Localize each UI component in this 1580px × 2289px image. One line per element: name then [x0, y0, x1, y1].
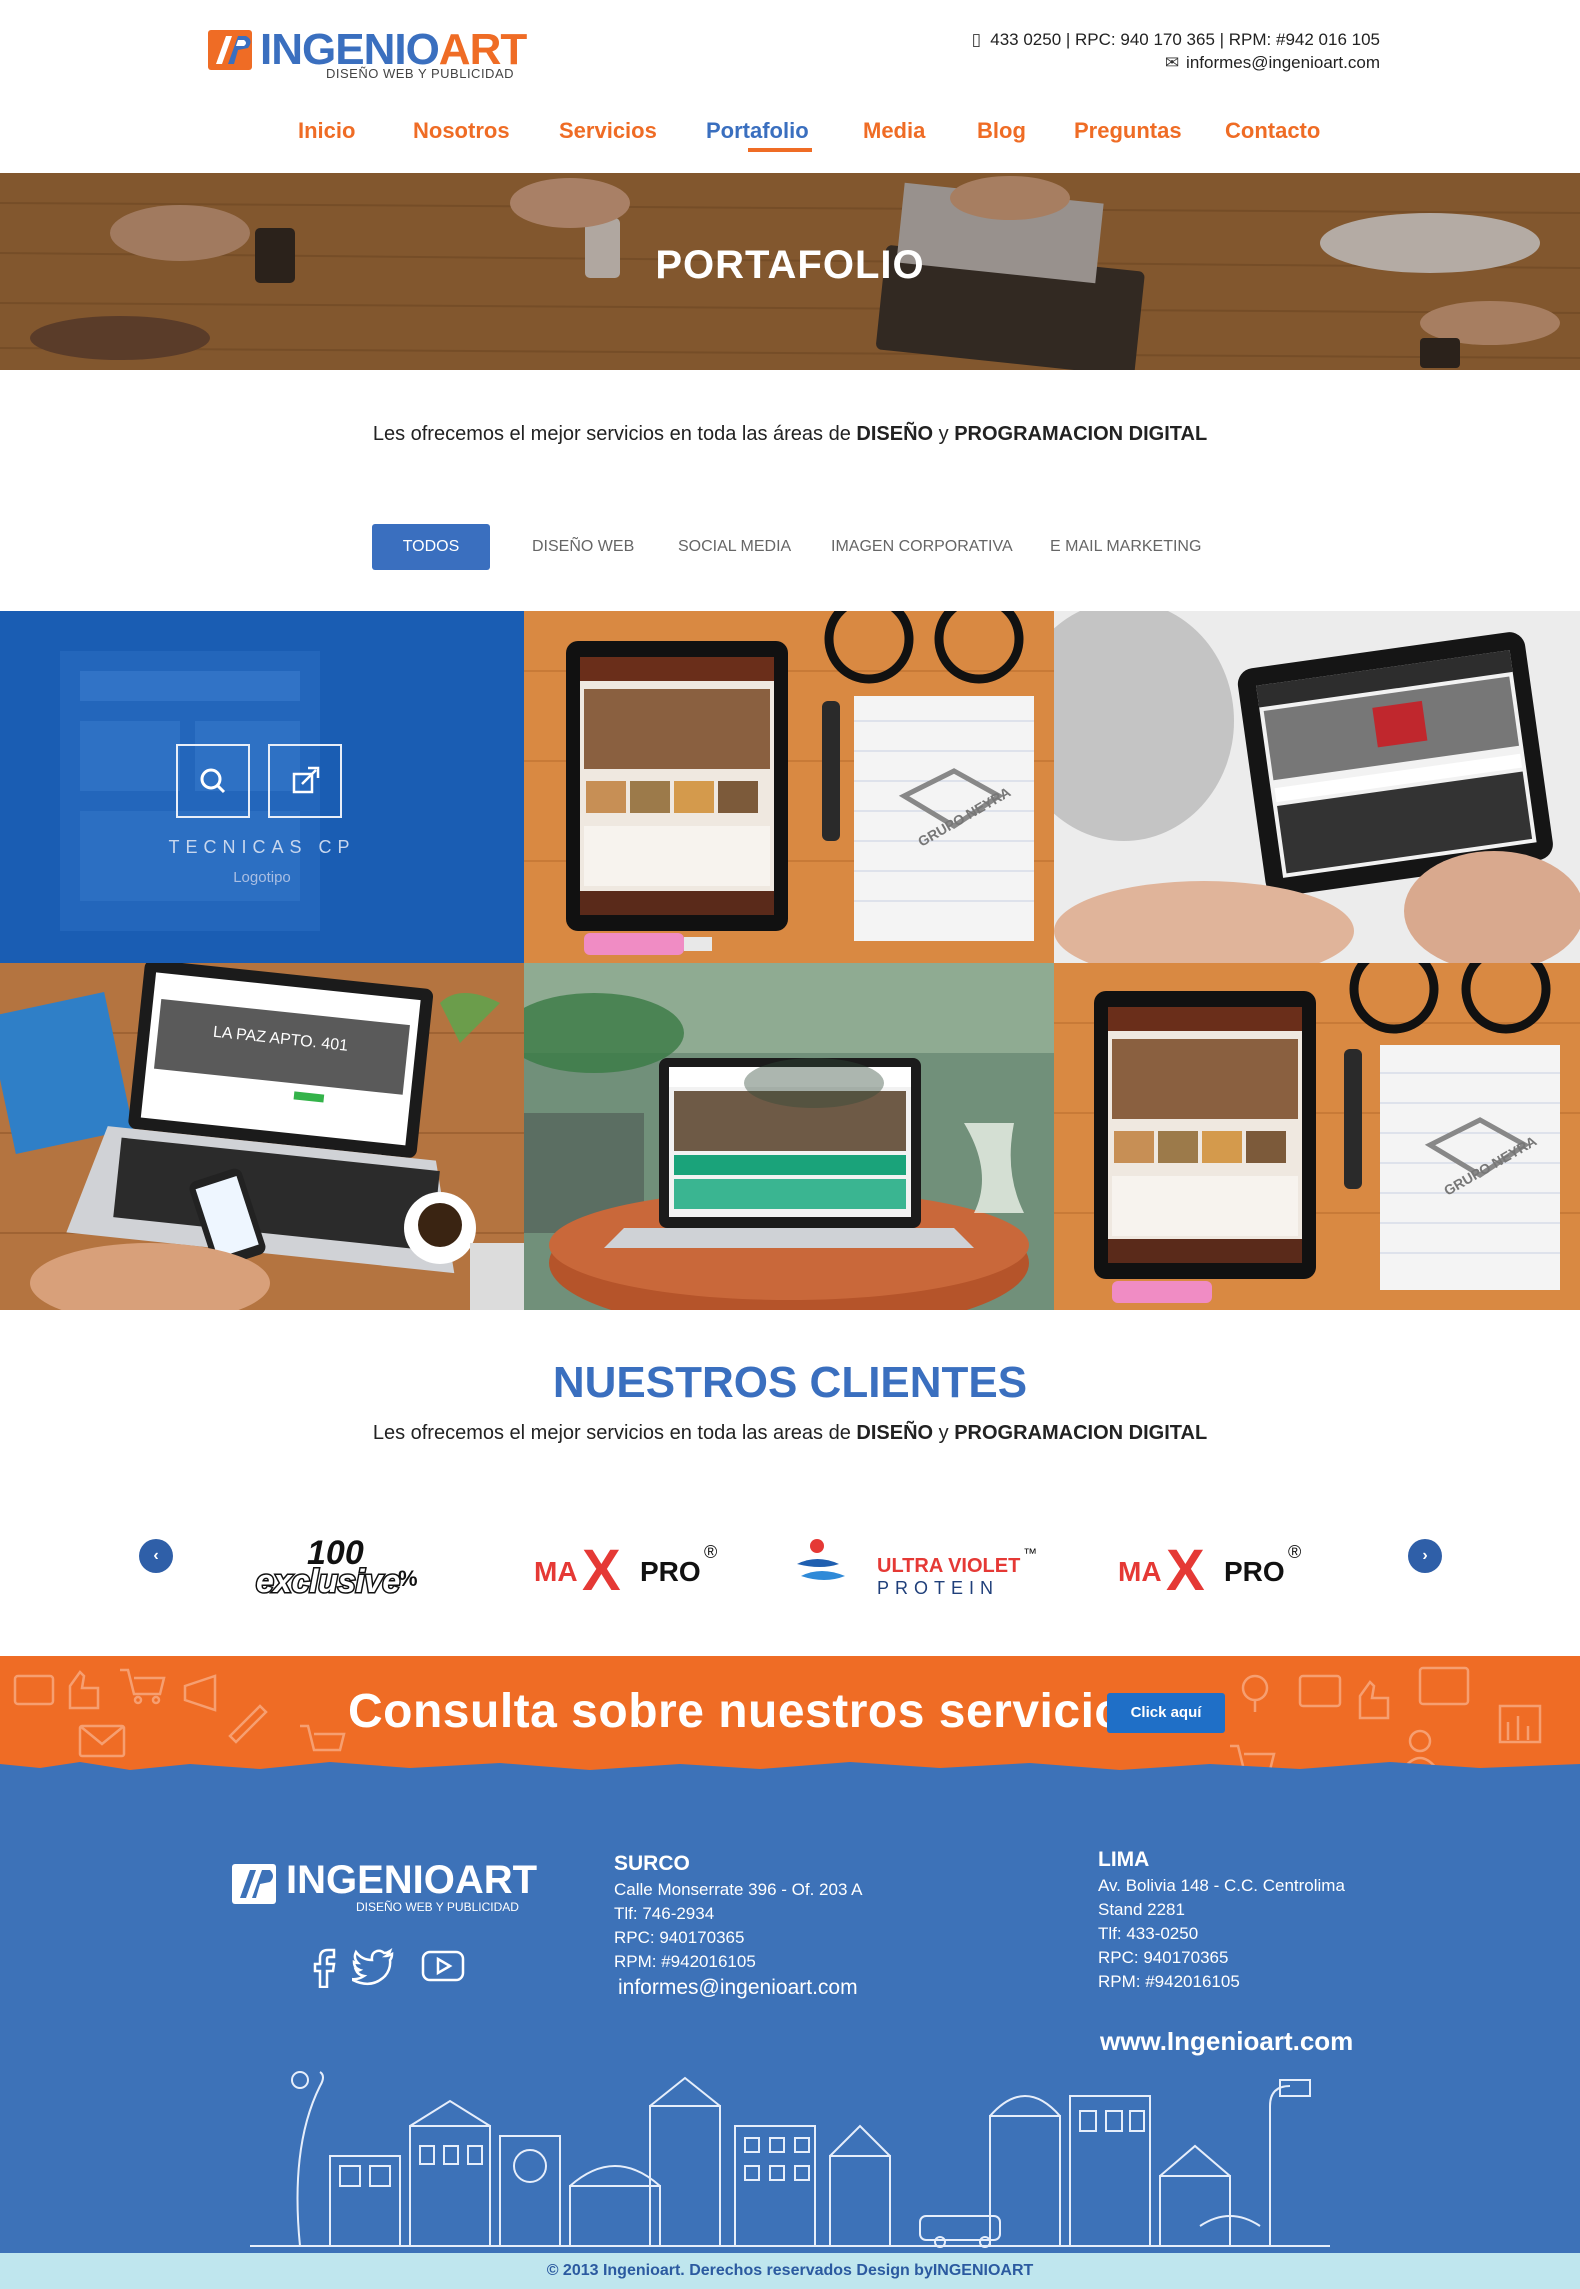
- header-phones: ▯ 433 0250 | RPC: 940 170 365 | RPM: #942…: [968, 28, 1380, 51]
- header-contact: ▯ 433 0250 | RPC: 940 170 365 | RPM: #942…: [968, 28, 1380, 74]
- nav-active-underline: [748, 148, 812, 152]
- logo-mark-icon: [232, 1864, 276, 1904]
- svg-text:PRO: PRO: [1224, 1556, 1285, 1587]
- svg-text:®: ®: [704, 1542, 717, 1562]
- view-button[interactable]: [176, 744, 250, 818]
- open-link-button[interactable]: [268, 744, 342, 818]
- laptop-desk-image: LA PAZ APTO. 401: [0, 963, 524, 1310]
- copyright-bar: © 2013 Ingenioart. Derechos reservados D…: [0, 2253, 1580, 2289]
- client-logo-art: ULTRA VIOLET PROTEIN ™: [797, 1539, 1037, 1598]
- filter-todos[interactable]: TODOS: [372, 524, 490, 570]
- footer-address-surco: SURCO Calle Monserrate 396 - Of. 203 A T…: [614, 1850, 863, 2002]
- address-heading: LIMA: [1098, 1848, 1150, 1871]
- footer-logo-tagline: DISEÑO WEB Y PUBLICIDAD: [356, 1900, 519, 1914]
- filter-email-marketing[interactable]: E MAIL MARKETING: [1050, 524, 1201, 570]
- portfolio-item-title: TECNICAS CP: [168, 837, 356, 857]
- header-email[interactable]: ✉ informes@ingenioart.com: [968, 51, 1380, 74]
- youtube-icon: [421, 1950, 465, 1982]
- portfolio-item-tablet-site[interactable]: [1054, 611, 1580, 963]
- portfolio-item-la-paz[interactable]: LA PAZ APTO. 401: [0, 963, 524, 1310]
- client-logo-ultra-violet-protein[interactable]: ULTRA VIOLET PROTEIN ™: [795, 1530, 1045, 1600]
- svg-text:PROTEIN: PROTEIN: [877, 1578, 999, 1598]
- svg-text:™: ™: [1023, 1545, 1037, 1561]
- logo-tagline: DISEÑO WEB Y PUBLICIDAD: [326, 66, 515, 81]
- portfolio-item-grupo-neyra-2[interactable]: GRUPO NEYRA: [1054, 963, 1580, 1310]
- youtube-link[interactable]: [420, 1944, 465, 1988]
- portfolio-item-grupo-neyra[interactable]: GRUPO NEYRA: [524, 611, 1054, 963]
- nav-item-inicio[interactable]: Inicio: [298, 118, 355, 144]
- site-logo[interactable]: INGENIOART DISEÑO WEB Y PUBLICIDAD: [208, 25, 527, 82]
- client-logo-maxpro-2[interactable]: MA X PRO ®: [1116, 1530, 1316, 1603]
- footer-email[interactable]: informes@ingenioart.com: [618, 1974, 863, 2002]
- portfolio-item-tecnicas-cp[interactable]: TECNICAS CP Logotipo: [0, 611, 524, 963]
- facebook-icon: [313, 1948, 336, 1989]
- nav-item-portafolio[interactable]: Portafolio: [706, 118, 809, 144]
- cta-text: Consulta sobre nuestros servicios: [348, 1685, 1152, 1738]
- client-logo-art: MA X PRO ®: [534, 1538, 717, 1603]
- external-link-icon: [292, 766, 320, 794]
- twitter-link[interactable]: [350, 1944, 396, 1988]
- filter-diseno-web[interactable]: DISEÑO WEB: [532, 524, 634, 570]
- svg-text:X: X: [582, 1538, 621, 1600]
- filter-social-media[interactable]: SOCIAL MEDIA: [678, 524, 791, 570]
- nav-item-nosotros[interactable]: Nosotros: [413, 118, 510, 144]
- tablet-hands-image: [1054, 611, 1580, 963]
- chevron-right-icon: ›: [1422, 1547, 1428, 1564]
- nav-item-preguntas[interactable]: Preguntas: [1074, 118, 1182, 144]
- clients-title: NUESTROS CLIENTES: [552, 1358, 1028, 1407]
- svg-text:X: X: [1166, 1538, 1205, 1600]
- client-logo-art: MA X PRO ®: [1118, 1538, 1301, 1603]
- facebook-link[interactable]: [302, 1944, 346, 1989]
- laptop-cafe-image: [524, 963, 1054, 1310]
- portfolio-filters: TODOS DISEÑO WEB SOCIAL MEDIA IMAGEN COR…: [0, 524, 1580, 570]
- carousel-prev-button[interactable]: ‹: [139, 1539, 173, 1573]
- nav-item-blog[interactable]: Blog: [977, 118, 1026, 144]
- phone-icon: ▯: [971, 30, 981, 49]
- portfolio-item-category: Logotipo: [233, 869, 291, 886]
- footer-address-lima: LIMA Av. Bolivia 148 - C.C. Centrolima S…: [1098, 1848, 1345, 1991]
- svg-text:PRO: PRO: [640, 1556, 701, 1587]
- client-logo-art: 100 exclusive %: [255, 1534, 418, 1601]
- footer-logo[interactable]: INGENIOART DISEÑO WEB Y PUBLICIDAD: [230, 1858, 537, 1918]
- chevron-left-icon: ‹: [153, 1547, 159, 1564]
- cta-click-button[interactable]: Click aquí: [1107, 1693, 1225, 1733]
- clients-intro: Les ofrecemos el mejor servicios en toda…: [372, 1422, 1208, 1444]
- client-logo-100-exclusive[interactable]: 100 exclusive %: [252, 1530, 427, 1601]
- tile-background-image: [0, 611, 524, 963]
- cta-banner: Consulta sobre nuestros servicios Click …: [0, 1656, 1580, 1776]
- intro-text: Les ofrecemos el mejor servicios en toda…: [372, 423, 1208, 445]
- page-hero: PORTAFOLIO: [0, 173, 1580, 370]
- address-heading: SURCO: [614, 1852, 690, 1875]
- footer-website-link[interactable]: www.Ingenioart.com: [1100, 2026, 1353, 2057]
- tablet-mockup-image: GRUPO NEYRA: [524, 611, 1054, 963]
- main-nav: Inicio Nosotros Servicios Portafolio Med…: [0, 118, 1580, 158]
- envelope-icon: ✉: [1164, 53, 1180, 72]
- svg-text:ULTRA VIOLET: ULTRA VIOLET: [877, 1555, 1020, 1577]
- footer-logo-text: INGENIOART: [286, 1858, 538, 1902]
- svg-text:MA: MA: [1118, 1556, 1162, 1587]
- nav-item-contacto[interactable]: Contacto: [1225, 118, 1320, 144]
- twitter-icon: [350, 1947, 394, 1985]
- nav-item-media[interactable]: Media: [863, 118, 925, 144]
- logo-mark-icon: [208, 30, 252, 70]
- client-logo-exclusive: exclusive: [256, 1563, 400, 1599]
- filter-imagen-corporativa[interactable]: IMAGEN CORPORATIVA: [831, 524, 1013, 570]
- site-footer: INGENIOART DISEÑO WEB Y PUBLICIDAD SURCO…: [0, 1776, 1580, 2253]
- carousel-next-button[interactable]: ›: [1408, 1539, 1442, 1573]
- nav-item-servicios[interactable]: Servicios: [559, 118, 657, 144]
- portfolio-grid: TECNICAS CP Logotipo GRUPO NEYRA LA PAZ …: [0, 611, 1580, 1310]
- portfolio-item-arco[interactable]: [524, 963, 1054, 1310]
- client-logo-maxpro[interactable]: MA X PRO ®: [532, 1530, 732, 1603]
- svg-text:®: ®: [1288, 1542, 1301, 1562]
- svg-text:%: %: [398, 1566, 418, 1591]
- tablet-mockup-image: GRUPO NEYRA: [1054, 963, 1580, 1310]
- page-title: PORTAFOLIO: [655, 243, 925, 287]
- svg-text:MA: MA: [534, 1556, 578, 1587]
- site-header: INGENIOART DISEÑO WEB Y PUBLICIDAD ▯ 433 …: [0, 0, 1580, 173]
- search-icon: [200, 768, 226, 794]
- city-doodle-illustration: [250, 2071, 1330, 2248]
